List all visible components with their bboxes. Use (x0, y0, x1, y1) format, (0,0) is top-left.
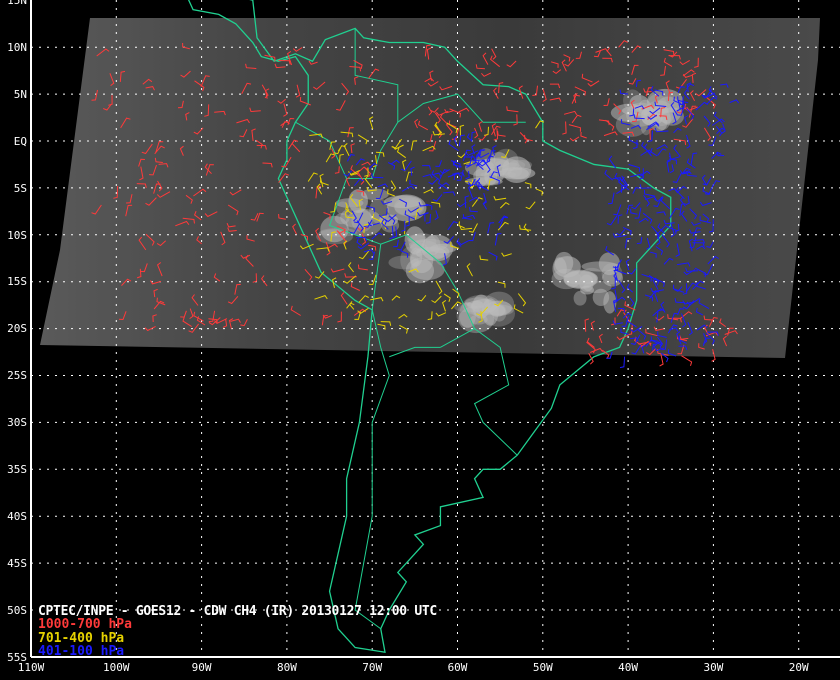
lat-label: 20S (7, 322, 27, 336)
lon-label: 90W (191, 661, 212, 674)
lat-label: 25S (7, 369, 27, 383)
lon-label: 50W (532, 661, 553, 674)
cloud (592, 288, 610, 307)
lon-label: 110W (17, 661, 45, 674)
cloud (551, 268, 582, 290)
lon-label: 60W (447, 661, 468, 674)
cloud (407, 234, 427, 243)
lon-label: 30W (703, 661, 724, 674)
cloud (623, 89, 642, 112)
legend-high-level: 401-100 hPa (38, 644, 125, 659)
lon-label: 80W (276, 661, 297, 674)
lon-label: 70W (362, 661, 383, 674)
cloud (394, 199, 425, 217)
lat-label: 30S (7, 416, 27, 430)
lon-label: 20W (788, 661, 809, 674)
lat-label: 5N (13, 87, 27, 101)
lat-label: 15S (7, 275, 27, 289)
cloud (573, 290, 587, 306)
satellite-wind-map (0, 0, 840, 680)
lat-label: 35S (7, 463, 27, 476)
lon-label: 40W (618, 661, 639, 674)
lat-label: 15N (7, 0, 27, 7)
lat-label: 40S (7, 509, 27, 523)
lat-label: 10N (7, 40, 27, 54)
lat-label: 45S (7, 556, 27, 570)
legend-low-level: 1000-700 hPa (38, 617, 132, 632)
cloud (427, 245, 450, 258)
lat-label: 5S (13, 181, 27, 195)
lat-label: 50S (7, 603, 27, 617)
lat-label: 10S (7, 228, 27, 242)
lon-label: 100W (103, 661, 130, 674)
lat-label: EQ (13, 134, 27, 148)
